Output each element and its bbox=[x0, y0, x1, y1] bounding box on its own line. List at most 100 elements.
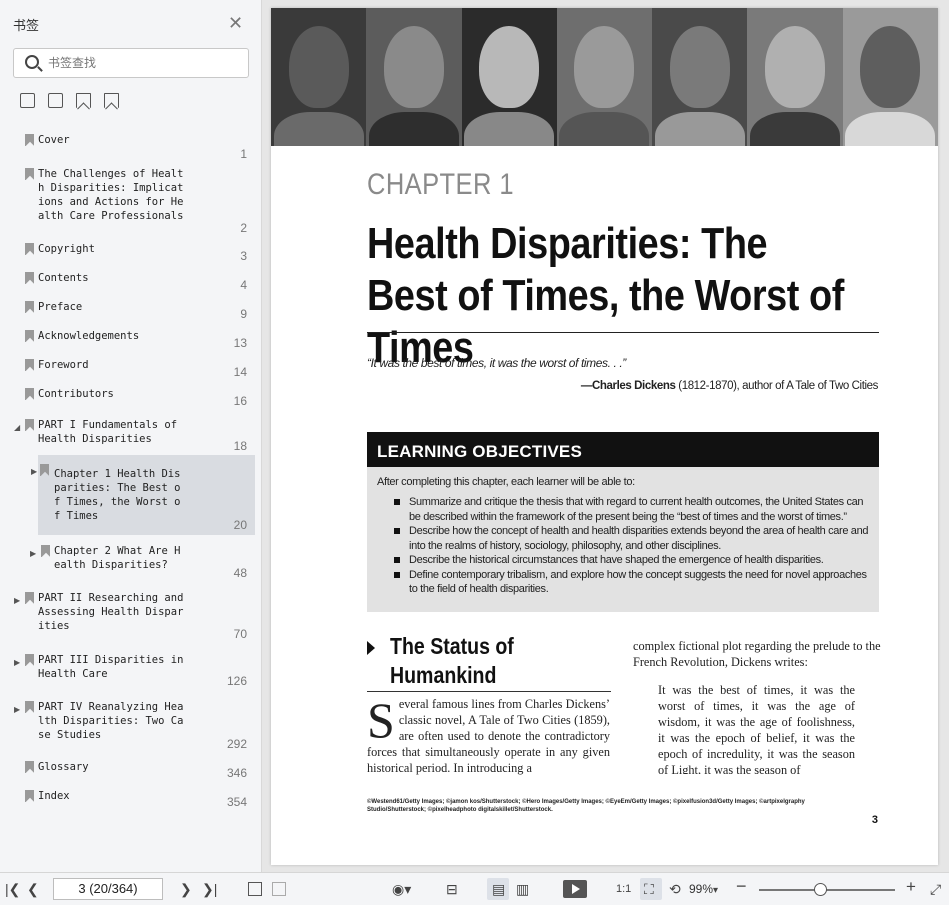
fit-width-icon[interactable]: ⛶ bbox=[644, 881, 654, 897]
rotate-icon[interactable]: ⟲ bbox=[669, 881, 681, 897]
back-view-icon[interactable] bbox=[248, 882, 262, 896]
expand-arrow-icon[interactable]: ▶ bbox=[14, 658, 20, 667]
bookmark-item-preface[interactable]: Preface 9 bbox=[0, 300, 262, 322]
bookmark-item-foreword[interactable]: Foreword 14 bbox=[0, 358, 262, 380]
bookmark-icon bbox=[25, 134, 34, 146]
last-page-icon[interactable]: ❯| bbox=[202, 881, 217, 897]
portrait-photo-strip bbox=[271, 8, 938, 146]
actual-size-icon[interactable]: 1:1 bbox=[616, 881, 631, 897]
chapter-label: CHAPTER 1 bbox=[367, 168, 514, 201]
page-fit-icon[interactable]: ⊟ bbox=[446, 881, 458, 897]
next-page-icon[interactable]: ❯ bbox=[180, 881, 192, 897]
bookmark-label: PART III Disparities in Health Care bbox=[38, 654, 184, 680]
expand-arrow-icon[interactable]: ▶ bbox=[30, 549, 36, 558]
portrait-photo bbox=[842, 8, 938, 146]
pdf-page: CHAPTER 1 Health Disparities: The Best o… bbox=[271, 8, 938, 865]
body-paragraph: everal famous lines from Charles Dickens… bbox=[367, 697, 610, 775]
zoom-value[interactable]: 99% bbox=[689, 882, 713, 896]
zoom-in-icon[interactable]: + bbox=[906, 878, 916, 895]
section-divider bbox=[367, 691, 611, 692]
bookmark-icon bbox=[25, 419, 34, 431]
bookmark-item-title[interactable]: The Challenges of Health Disparities: Im… bbox=[0, 167, 262, 237]
zoom-slider[interactable] bbox=[759, 889, 895, 891]
section-title: The Status of Humankind bbox=[390, 633, 514, 688]
play-icon[interactable] bbox=[563, 880, 587, 898]
first-page-icon[interactable]: |❮ bbox=[5, 881, 20, 897]
bookmark-icon bbox=[41, 545, 50, 557]
bookmark-item-part-2[interactable]: ▶ PART II Researching and Assessing Heal… bbox=[0, 591, 262, 641]
bookmark-page: 2 bbox=[240, 221, 247, 235]
bookmark-icon bbox=[25, 243, 34, 255]
zoom-dropdown-icon[interactable]: ▾ bbox=[713, 883, 718, 899]
chapter-title: Health Disparities: The Best of Times, t… bbox=[367, 219, 844, 372]
bookmark-item-glossary[interactable]: Glossary 346 bbox=[0, 760, 262, 782]
bookmark-icon bbox=[25, 301, 34, 313]
bookmark-toolbar bbox=[20, 93, 119, 108]
collapse-all-icon[interactable] bbox=[48, 93, 63, 108]
bookmark-label: PART IV Reanalyzing Health Disparities: … bbox=[38, 701, 184, 741]
bookmark-item-contributors[interactable]: Contributors 16 bbox=[0, 387, 262, 409]
bookmark-label: Copyright bbox=[38, 243, 95, 255]
objectives-list: Summarize and critique the thesis that w… bbox=[377, 495, 879, 597]
bookmark-search-input[interactable] bbox=[48, 54, 244, 72]
bookmark-label: Foreword bbox=[38, 359, 89, 371]
search-icon bbox=[25, 55, 39, 69]
bookmark-label: Cover bbox=[38, 134, 70, 146]
bookmark-page: 354 bbox=[226, 795, 247, 809]
bookmark-icon bbox=[25, 790, 34, 802]
bookmark-item-contents[interactable]: Contents 4 bbox=[0, 271, 262, 293]
single-page-icon[interactable]: ▤ bbox=[492, 881, 505, 897]
epigraph-quote: “It was the best of times, it was the wo… bbox=[367, 356, 626, 370]
bookmark-page: 70 bbox=[233, 627, 247, 641]
document-view[interactable]: CHAPTER 1 Health Disparities: The Best o… bbox=[263, 0, 949, 872]
bookmark-page: 48 bbox=[233, 566, 247, 580]
bookmark-icon bbox=[25, 168, 34, 180]
body-text-left: Several famous lines from Charles Dicken… bbox=[367, 692, 610, 776]
zoom-slider-knob[interactable] bbox=[813, 883, 827, 896]
two-page-icon[interactable]: ▥ bbox=[516, 881, 529, 897]
portrait-photo bbox=[747, 8, 843, 146]
fullscreen-icon[interactable]: ⤢ bbox=[930, 881, 941, 897]
previous-page-icon[interactable]: ❮ bbox=[27, 881, 39, 897]
portrait-photo bbox=[652, 8, 748, 146]
expand-all-icon[interactable] bbox=[20, 93, 35, 108]
bookmark-item-chapter-2[interactable]: ▶ Chapter 2 What Are Health Disparities?… bbox=[0, 544, 262, 584]
zoom-out-icon[interactable]: − bbox=[736, 877, 747, 895]
bookmark-icon bbox=[25, 330, 34, 342]
close-icon[interactable]: ✕ bbox=[228, 14, 243, 32]
expand-arrow-icon[interactable]: ▶ bbox=[31, 467, 37, 476]
expand-arrow-icon[interactable]: ▶ bbox=[14, 705, 20, 714]
bookmark-icon bbox=[25, 701, 34, 713]
bookmark-item-acknowledgements[interactable]: Acknowledgements 13 bbox=[0, 329, 262, 351]
bookmark-label: Chapter 1 Health Disparities: The Best o… bbox=[54, 468, 181, 522]
bookmark-label: Acknowledgements bbox=[38, 330, 140, 342]
bookmark-search-box[interactable] bbox=[13, 48, 249, 78]
bookmark-label: Contributors bbox=[38, 388, 114, 400]
forward-view-icon[interactable] bbox=[272, 882, 286, 896]
portrait-photo bbox=[556, 8, 653, 146]
bookmark-label: The Challenges of Health Disparities: Im… bbox=[38, 168, 184, 222]
collapse-arrow-icon[interactable]: ◢ bbox=[14, 423, 20, 432]
add-bookmark-icon[interactable] bbox=[76, 93, 91, 108]
bookmark-item-part-1[interactable]: ◢ PART I Fundamentals of Health Disparit… bbox=[0, 418, 262, 454]
eye-mode-icon[interactable]: ◉▾ bbox=[392, 881, 411, 897]
bookmark-item-chapter-1[interactable]: ▶ Chapter 1 Health Disparities: The Best… bbox=[31, 455, 255, 535]
bookmark-item-cover[interactable]: Cover 1 bbox=[0, 133, 262, 161]
bookmark-icon[interactable] bbox=[104, 93, 119, 108]
expand-arrow-icon[interactable]: ▶ bbox=[14, 596, 20, 605]
bookmark-sidebar: 书签 ✕ Cover 1 The Challenges of Health Di… bbox=[0, 0, 262, 872]
epigraph-details: (1812-1870), author of A Tale of Two Cit… bbox=[675, 380, 878, 392]
bookmark-page: 9 bbox=[240, 307, 247, 321]
bookmark-item-part-3[interactable]: ▶ PART III Disparities in Health Care 12… bbox=[0, 653, 262, 691]
bookmark-page: 1 bbox=[240, 147, 247, 161]
drop-cap: S bbox=[367, 692, 395, 748]
portrait-photo bbox=[271, 8, 367, 146]
bookmark-page: 20 bbox=[233, 518, 247, 532]
epigraph-author: —Charles Dickens bbox=[580, 380, 676, 392]
bookmark-page: 13 bbox=[233, 336, 247, 350]
page-number-input[interactable]: 3 (20/364) bbox=[53, 878, 163, 900]
bookmark-item-copyright[interactable]: Copyright 3 bbox=[0, 242, 262, 264]
portrait-photo bbox=[461, 8, 557, 146]
bookmark-item-index[interactable]: Index 354 bbox=[0, 789, 262, 811]
bookmark-item-part-4[interactable]: ▶ PART IV Reanalyzing Health Disparities… bbox=[0, 700, 262, 755]
